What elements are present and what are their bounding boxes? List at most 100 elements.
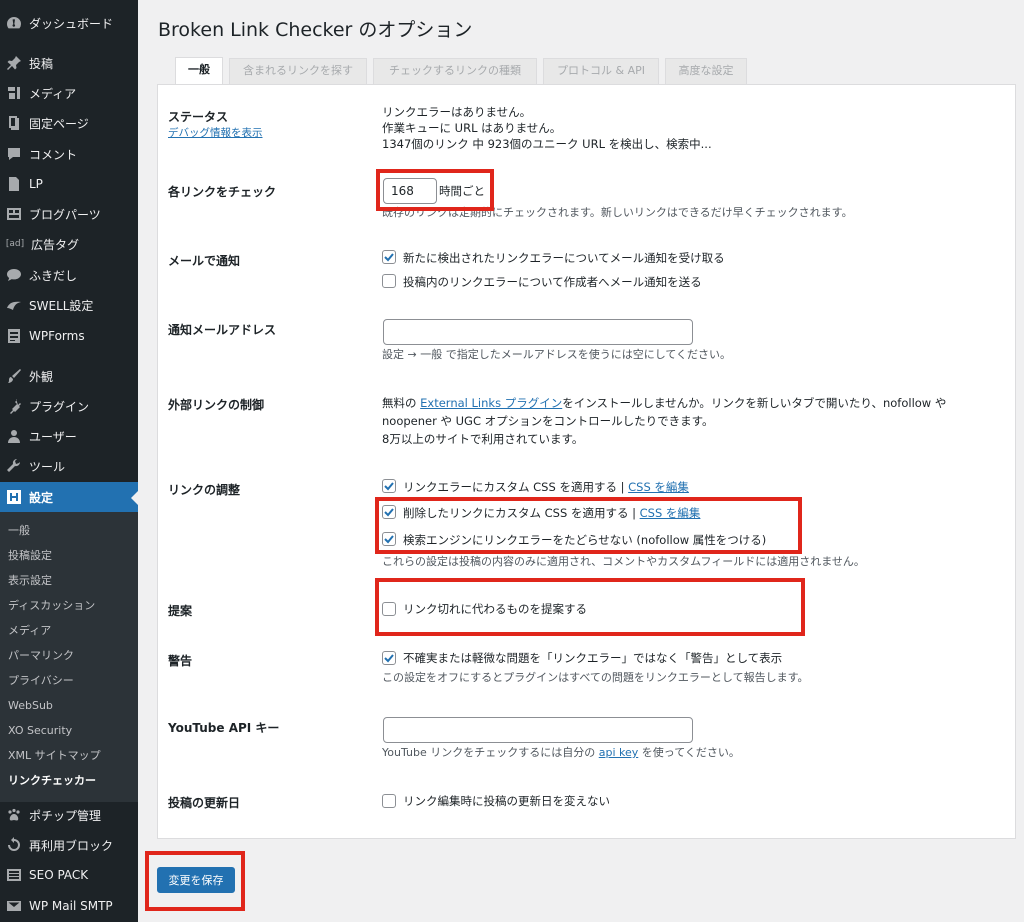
notify-email-input[interactable] [383, 319, 693, 345]
sidebar-item-label: 設定 [29, 490, 54, 505]
api-key-link[interactable]: api key [599, 746, 639, 759]
youtube-api-input[interactable] [383, 717, 693, 743]
tab-link-types[interactable]: チェックするリンクの種類 [373, 58, 537, 84]
external-post: をインストールしませんか。リンクを新しいタブで開いたり、nofollow や [562, 396, 947, 410]
sidebar-item-ad-tags[interactable]: [ad] 広告タグ [0, 229, 138, 259]
link-tweaks-label: リンクの調整 [168, 483, 241, 497]
submenu-item-media[interactable]: メディア [8, 622, 51, 640]
sidebar-item-wpforms[interactable]: WPForms [0, 321, 138, 351]
submenu-item-xml-sitemap[interactable]: XML サイトマップ [8, 747, 101, 765]
tab-protocols-api[interactable]: プロトコル & API [543, 58, 659, 84]
sidebar-item-users[interactable]: ユーザー [0, 421, 138, 451]
checkmark-icon [384, 654, 394, 663]
submenu-item-writing[interactable]: 投稿設定 [8, 547, 52, 565]
sidebar-item-plugins[interactable]: プラグイン [0, 391, 138, 421]
link-tweaks-desc: これらの設定は投稿の内容のみに適用され、コメントやカスタムフィールドには適用され… [382, 555, 865, 568]
sidebar-item-reusable-blocks[interactable]: 再利用ブロック [0, 830, 138, 860]
status-line-1: リンクエラーはありません。 [382, 105, 532, 119]
notify-address-label: 通知メールアドレス [168, 323, 277, 337]
sidebar-item-pochipp[interactable]: ポチップ管理 [0, 800, 138, 830]
submenu-item-link-checker[interactable]: リンクチェッカー [8, 772, 96, 790]
admin-sidebar: ダッシュボード 投稿 メディア 固定ページ コメント LP ブログパーツ [ad… [0, 0, 139, 922]
sidebar-item-label: メディア [29, 86, 77, 101]
youtube-desc-post: を使ってください。 [638, 746, 740, 759]
sidebar-item-label: コメント [29, 147, 78, 162]
highlight-box [145, 851, 245, 911]
post-update-checkbox[interactable] [382, 794, 396, 808]
comment-icon [6, 146, 22, 162]
sidebar-item-appearance[interactable]: 外観 [0, 361, 138, 391]
ad-icon: [ad] [5, 239, 25, 249]
sidebar-item-posts[interactable]: 投稿 [0, 48, 138, 78]
author-notify-checkbox[interactable] [382, 274, 396, 288]
sidebar-item-pages[interactable]: 固定ページ [0, 108, 138, 138]
author-notify-option: 投稿内のリンクエラーについて作成者へメール通知を送る [403, 275, 702, 289]
dashboard-icon [6, 15, 22, 31]
status-label: ステータス [168, 110, 229, 124]
settings-icon [6, 489, 22, 505]
sidebar-item-lp[interactable]: LP [0, 169, 138, 199]
submenu-item-permalinks[interactable]: パーマリンク [8, 647, 74, 665]
sidebar-item-comments[interactable]: コメント [0, 139, 138, 169]
broken-css-checkbox[interactable] [382, 479, 396, 493]
sidebar-item-seo-pack[interactable]: SEO PACK [0, 860, 138, 890]
user-icon [6, 428, 22, 444]
sidebar-item-dashboard[interactable]: ダッシュボード [0, 8, 138, 38]
post-update-option: リンク編集時に投稿の更新日を変えない [403, 794, 610, 808]
external-pre: 無料の [382, 396, 421, 410]
highlight-box [375, 497, 802, 554]
media-icon [6, 85, 22, 101]
pin-icon [6, 55, 22, 71]
sidebar-item-label: LP [29, 177, 43, 191]
tab-advanced[interactable]: 高度な設定 [665, 58, 747, 84]
youtube-api-desc: YouTube リンクをチェックするには自分の api key を使ってください… [382, 745, 740, 761]
submenu-item-general[interactable]: 一般 [8, 522, 30, 540]
blog-parts-icon [6, 206, 22, 222]
sidebar-item-label: SWELL設定 [29, 298, 94, 313]
sidebar-item-label: 再利用ブロック [29, 838, 114, 853]
sidebar-item-label: 固定ページ [29, 116, 89, 131]
post-update-label: 投稿の更新日 [168, 796, 241, 810]
sidebar-item-label: プラグイン [29, 399, 90, 414]
tab-find-links[interactable]: 含まれるリンクを探す [229, 58, 367, 84]
sidebar-item-label: ブログパーツ [29, 207, 101, 222]
tab-general[interactable]: 一般 [175, 57, 223, 85]
submenu-item-reading[interactable]: 表示設定 [8, 572, 52, 590]
sidebar-item-label: 広告タグ [31, 237, 80, 252]
sidebar-item-media[interactable]: メディア [0, 78, 138, 108]
notify-address-desc: 設定 → 一般 で指定したメールアドレスを使うには空にしてください。 [382, 348, 732, 361]
external-links-plugin-link[interactable]: External Links プラグイン [420, 396, 562, 410]
sidebar-item-blog-parts[interactable]: ブログパーツ [0, 199, 138, 229]
forms-icon [6, 328, 22, 344]
sidebar-item-label: ユーザー [29, 429, 77, 444]
highlight-box [376, 169, 494, 211]
submenu-item-privacy[interactable]: プライバシー [8, 672, 74, 690]
submenu-item-discussion[interactable]: ディスカッション [8, 597, 95, 615]
email-notify-checkbox[interactable] [382, 250, 396, 264]
sidebar-item-label: ふきだし [29, 268, 78, 283]
warning-desc: この設定をオフにするとプラグインはすべての問題をリンクエラーとして報告します。 [382, 671, 809, 684]
sidebar-item-label: SEO PACK [29, 868, 89, 882]
document-icon [6, 176, 22, 192]
external-links-text: 無料の External Links プラグインをインストールしませんか。リンク… [382, 395, 992, 411]
youtube-api-label: YouTube API キー [168, 721, 280, 735]
broken-css-option: リンクエラーにカスタム CSS を適用する | CSS を編集 [403, 479, 689, 495]
submenu-item-xo-security[interactable]: XO Security [8, 722, 72, 740]
warning-option: 不確実または軽微な問題を「リンクエラー」ではなく「警告」として表示 [403, 651, 783, 665]
warning-checkbox[interactable] [382, 651, 396, 665]
broken-css-text: リンクエラーにカスタム CSS を適用する | [403, 480, 629, 494]
seo-icon [6, 867, 22, 883]
submenu-item-websub[interactable]: WebSub [8, 697, 53, 715]
sidebar-item-wp-mail-smtp[interactable]: WP Mail SMTP [0, 891, 138, 921]
sidebar-item-tools[interactable]: ツール [0, 451, 138, 481]
sidebar-item-fukidashi[interactable]: ふきだし [0, 260, 138, 290]
edit-css-link[interactable]: CSS を編集 [628, 480, 689, 494]
settings-submenu: 一般 投稿設定 表示設定 ディスカッション メディア パーマリンク プライバシー… [0, 512, 138, 802]
sidebar-item-label: ポチップ管理 [29, 808, 102, 823]
status-line-3: 1347個のリンク 中 923個のユニーク URL を検出し、検索中... [382, 137, 712, 151]
page-icon [6, 115, 22, 131]
sidebar-item-settings[interactable]: 設定 [0, 482, 139, 512]
sidebar-item-label: 投稿 [29, 56, 54, 71]
debug-info-link[interactable]: デバッグ情報を表示 [168, 125, 263, 140]
sidebar-item-swell[interactable]: SWELL設定 [0, 290, 138, 320]
